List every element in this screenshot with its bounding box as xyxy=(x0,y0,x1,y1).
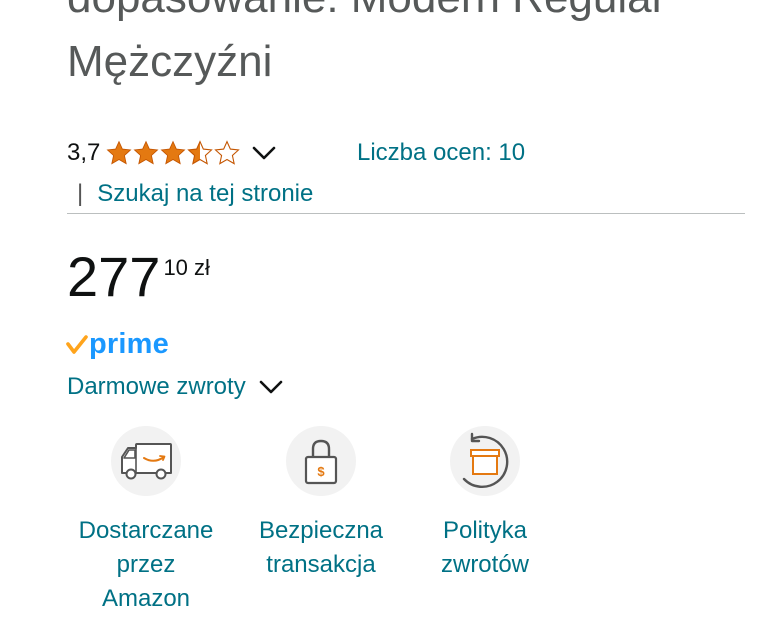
star-full-icon xyxy=(106,140,132,165)
feature-return-policy[interactable]: Polityka zwrotów xyxy=(400,426,570,582)
price: 277 10 zł xyxy=(67,246,210,308)
chevron-down-icon[interactable] xyxy=(251,143,277,163)
search-row: | Szukaj na tej stronie xyxy=(67,177,313,211)
feature-icon-circle xyxy=(450,426,520,496)
feature-label-line: Bezpieczna xyxy=(258,517,384,544)
product-page: dopasowanie: Modern Regular Mężczyźni 3,… xyxy=(0,0,778,634)
divider xyxy=(67,213,745,214)
feature-label-line: Polityka xyxy=(442,517,528,544)
star-rating[interactable] xyxy=(106,140,241,166)
free-returns-toggle[interactable]: Darmowe zwroty xyxy=(67,370,284,404)
feature-secure-transaction[interactable]: $ Bezpieczna transakcja xyxy=(236,426,406,582)
ratings-count-link[interactable]: Liczba ocen: 10 xyxy=(357,136,525,170)
star-full-icon xyxy=(133,140,159,165)
feature-label-line: zwrotów xyxy=(440,551,530,578)
prime-check-icon xyxy=(66,335,88,354)
prime-label: prime xyxy=(89,327,169,360)
feature-icon-circle: $ xyxy=(286,426,356,496)
feature-label-line: Amazon xyxy=(101,585,191,612)
chevron-down-icon[interactable] xyxy=(258,377,284,397)
star-empty-icon xyxy=(214,140,241,165)
prime-badge: prime xyxy=(66,328,169,362)
feature-label[interactable]: Bezpieczna transakcja xyxy=(236,514,406,582)
return-box-icon xyxy=(462,432,509,489)
rating-value: 3,7 xyxy=(67,139,101,166)
feature-label-line: przez xyxy=(116,551,176,578)
separator: | xyxy=(77,180,84,207)
product-title-line: Mężczyźni xyxy=(67,37,273,86)
feature-label[interactable]: Polityka zwrotów xyxy=(400,514,570,582)
price-fraction: 10 zł xyxy=(163,255,210,280)
product-title-line: dopasowanie: Modern Regular xyxy=(67,0,767,30)
free-returns-link[interactable]: Darmowe zwroty xyxy=(67,373,246,401)
product-title: dopasowanie: Modern Regular Mężczyźni xyxy=(67,0,767,94)
feature-icon-circle xyxy=(111,426,181,496)
rating-summary: 3,7 xyxy=(67,136,277,170)
feature-label-line: transakcja xyxy=(266,551,376,578)
price-whole: 277 xyxy=(67,245,161,308)
svg-text:$: $ xyxy=(317,464,325,479)
star-half-icon xyxy=(187,140,214,165)
delivery-truck-icon xyxy=(121,443,172,480)
feature-label-line: Dostarczane xyxy=(78,517,214,544)
feature-delivered-by-amazon[interactable]: Dostarczane przez Amazon xyxy=(61,426,231,616)
star-full-icon xyxy=(160,140,186,165)
feature-label[interactable]: Dostarczane przez Amazon xyxy=(61,514,231,616)
search-page-link[interactable]: Szukaj na tej stronie xyxy=(97,177,313,211)
secure-lock-icon: $ xyxy=(304,439,338,485)
